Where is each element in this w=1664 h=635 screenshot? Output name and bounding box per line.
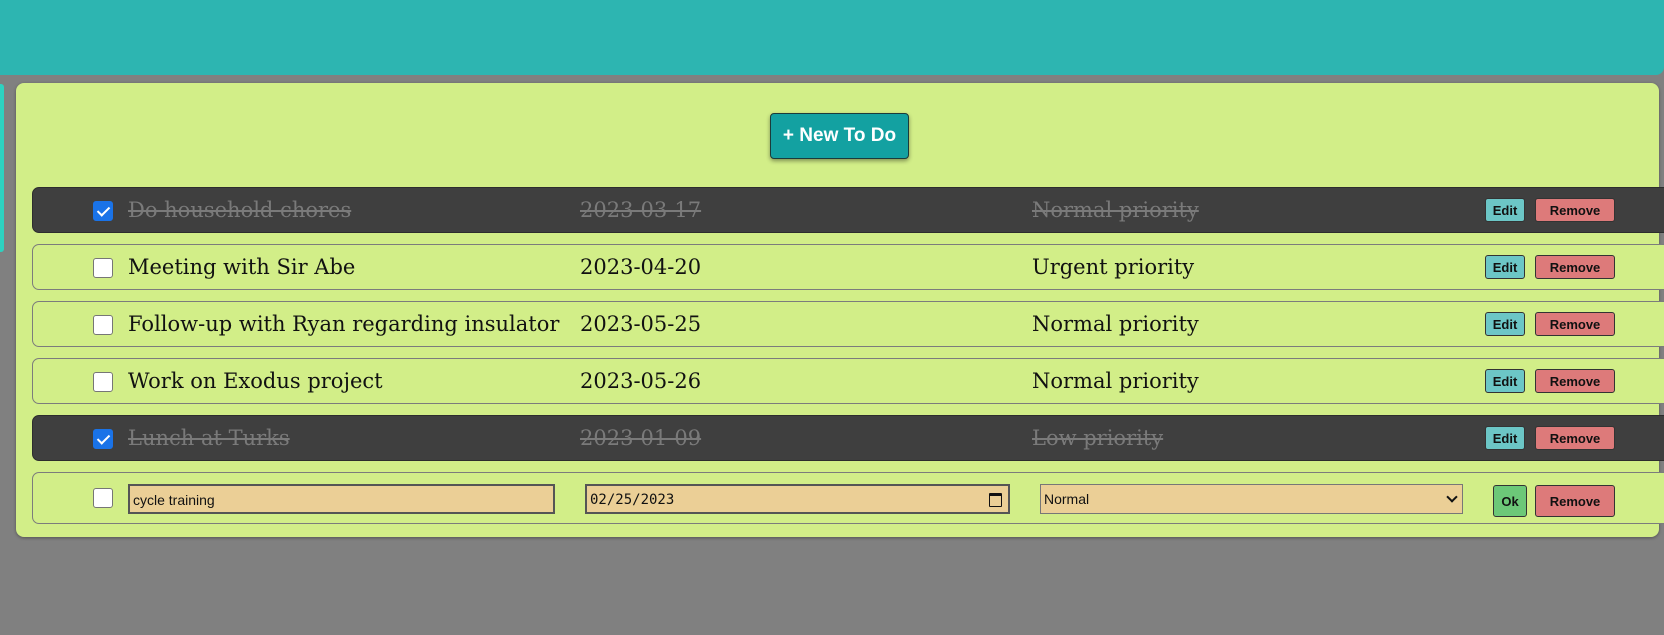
edit-button[interactable]: Edit: [1485, 426, 1525, 450]
todo-row-editing: cycle training 02/25/2023 Normal Ok Remo…: [32, 472, 1664, 524]
remove-button[interactable]: Remove: [1535, 369, 1615, 393]
priority-select-value: Normal: [1044, 491, 1090, 507]
remove-button[interactable]: Remove: [1535, 312, 1615, 336]
title-input[interactable]: cycle training: [128, 484, 555, 514]
todo-date: 2023-01-09: [580, 426, 702, 450]
todo-row: Lunch at Turks 2023-01-09 Low priority E…: [32, 415, 1664, 461]
calendar-icon[interactable]: [989, 493, 1002, 507]
completed-checkbox[interactable]: [93, 488, 113, 508]
todo-title: Lunch at Turks: [128, 426, 290, 450]
completed-checkbox[interactable]: [93, 201, 113, 221]
remove-button[interactable]: Remove: [1535, 255, 1615, 279]
todo-date: 2023-03-17: [580, 198, 702, 222]
todo-title: Work on Exodus project: [128, 369, 383, 393]
new-todo-button[interactable]: + New To Do: [770, 113, 909, 159]
completed-checkbox[interactable]: [93, 372, 113, 392]
priority-select[interactable]: Normal: [1040, 484, 1463, 514]
todo-title: Follow-up with Ryan regarding insulator: [128, 312, 560, 336]
todo-row: Follow-up with Ryan regarding insulator …: [32, 301, 1664, 347]
date-input[interactable]: 02/25/2023: [585, 484, 1010, 514]
todo-date: 2023-05-25: [580, 312, 702, 336]
todo-row: Work on Exodus project 2023-05-26 Normal…: [32, 358, 1664, 404]
todo-title: Do household chores: [128, 198, 352, 222]
remove-button[interactable]: Remove: [1535, 426, 1615, 450]
edit-button[interactable]: Edit: [1485, 198, 1525, 222]
todo-row: Meeting with Sir Abe 2023-04-20 Urgent p…: [32, 244, 1664, 290]
edit-button[interactable]: Edit: [1485, 255, 1525, 279]
remove-button[interactable]: Remove: [1535, 198, 1615, 222]
date-input-value: 02/25/2023: [590, 492, 675, 508]
todo-priority: Normal priority: [1032, 369, 1199, 393]
todo-priority: Low priority: [1032, 426, 1164, 450]
chevron-down-icon: [1446, 491, 1458, 503]
todo-date: 2023-05-26: [580, 369, 702, 393]
todo-priority: Normal priority: [1032, 198, 1199, 222]
side-accent: [0, 84, 4, 252]
remove-button[interactable]: Remove: [1535, 485, 1615, 517]
edit-button[interactable]: Edit: [1485, 312, 1525, 336]
ok-button[interactable]: Ok: [1493, 485, 1527, 517]
edit-button[interactable]: Edit: [1485, 369, 1525, 393]
todo-priority: Urgent priority: [1032, 255, 1195, 279]
completed-checkbox[interactable]: [93, 258, 113, 278]
todo-title: Meeting with Sir Abe: [128, 255, 356, 279]
todo-priority: Normal priority: [1032, 312, 1199, 336]
app-header-bar: [0, 0, 1664, 75]
todo-row: Do household chores 2023-03-17 Normal pr…: [32, 187, 1664, 233]
todo-panel: + New To Do Do household chores 2023-03-…: [16, 83, 1664, 537]
todo-date: 2023-04-20: [580, 255, 702, 279]
completed-checkbox[interactable]: [93, 429, 113, 449]
completed-checkbox[interactable]: [93, 315, 113, 335]
